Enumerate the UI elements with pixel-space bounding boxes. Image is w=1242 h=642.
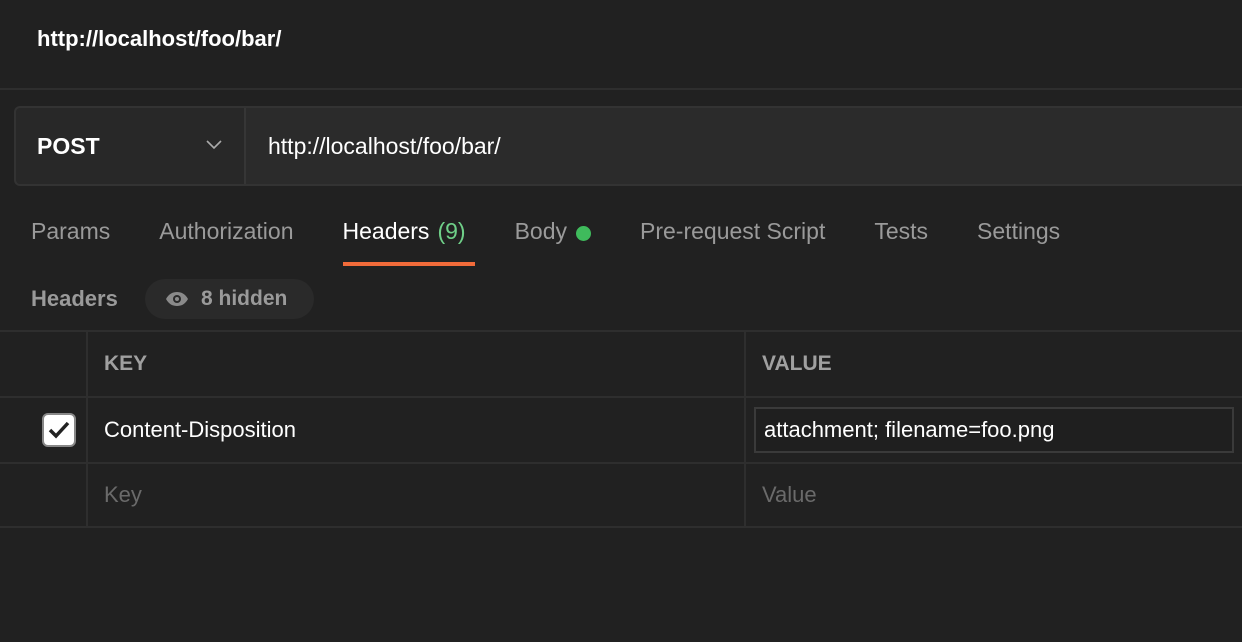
tab-label: Authorization — [159, 218, 294, 244]
table-header-row: KEY VALUE — [0, 330, 1242, 396]
tab-headers[interactable]: Headers (9) — [342, 218, 475, 266]
value-text: attachment; filename=foo.png — [764, 417, 1055, 442]
column-value: VALUE — [762, 352, 832, 375]
eye-icon — [166, 292, 188, 306]
tab-label: Settings — [977, 218, 1061, 244]
check-icon — [48, 421, 70, 439]
tab-authorization[interactable]: Authorization — [159, 218, 293, 266]
body-indicator-dot — [576, 226, 591, 241]
tab-label: Headers — [342, 218, 430, 244]
row-enabled-checkbox[interactable] — [42, 413, 76, 447]
tab-tests[interactable]: Tests — [874, 218, 928, 266]
request-title: http://localhost/foo/bar/ — [37, 26, 282, 51]
url-input[interactable]: http://localhost/foo/bar/ — [246, 108, 1242, 184]
key-input[interactable]: Content-Disposition — [88, 398, 746, 462]
table-row: Content-Disposition attachment; filename… — [0, 396, 1242, 462]
key-value: Content-Disposition — [104, 417, 296, 442]
request-tabs: Params Authorization Headers (9) Body Pre… — [31, 218, 1109, 266]
tab-label: Body — [514, 218, 567, 244]
tab-settings[interactable]: Settings — [977, 218, 1060, 266]
tab-body[interactable]: Body — [515, 218, 591, 266]
key-placeholder-input[interactable]: Key — [88, 464, 746, 526]
method-select[interactable]: POST — [16, 108, 246, 184]
headers-count: (9) — [437, 218, 466, 244]
tab-pre-request-script[interactable]: Pre-request Script — [640, 218, 825, 266]
tab-params[interactable]: Params — [31, 218, 110, 266]
value-input[interactable]: attachment; filename=foo.png — [754, 407, 1234, 453]
method-label: POST — [37, 132, 100, 159]
url-value: http://localhost/foo/bar/ — [268, 132, 501, 159]
chevron-down-icon — [206, 140, 222, 150]
hidden-headers-toggle[interactable]: 8 hidden — [145, 279, 314, 319]
tab-label: Pre-request Script — [640, 218, 826, 244]
tab-label: Params — [31, 218, 111, 244]
tab-label: Tests — [874, 218, 929, 244]
headers-table: KEY VALUE Content-Disposition attachment… — [0, 330, 1242, 528]
headers-section-label: Headers — [31, 286, 118, 311]
hidden-count: 8 hidden — [201, 287, 288, 310]
divider — [0, 88, 1242, 90]
column-key: KEY — [88, 332, 746, 396]
url-bar: POST http://localhost/foo/bar/ — [14, 106, 1242, 186]
value-placeholder-input[interactable]: Value — [746, 464, 1242, 526]
table-row-new: Key Value — [0, 462, 1242, 528]
